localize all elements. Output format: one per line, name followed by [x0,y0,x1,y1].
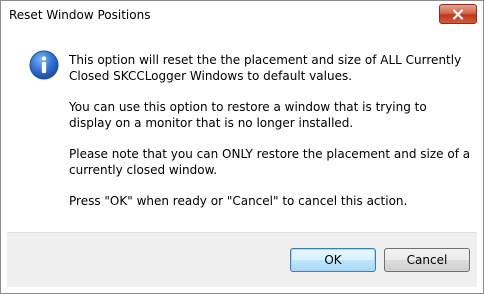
message-paragraph: This option will reset the the placement… [69,53,462,83]
message-text: This option will reset the the placement… [69,52,473,224]
button-bar: OK Cancel [7,232,477,287]
message-paragraph: Press "OK" when ready or "Cancel" to can… [69,194,408,208]
title-bar[interactable]: Reset Window Positions [1,1,483,31]
reset-window-dialog: Reset Window Positions This option will … [0,0,484,294]
message-paragraph: Please note that you can ONLY restore th… [69,147,471,177]
ok-button[interactable]: OK [290,248,376,272]
cancel-button[interactable]: Cancel [384,248,470,272]
message-paragraph: You can use this option to restore a win… [69,100,427,130]
dialog-content: This option will reset the the placement… [7,31,477,233]
window-title: Reset Window Positions [9,8,151,22]
close-button[interactable] [439,4,477,24]
close-icon [452,8,464,20]
info-icon [29,50,59,80]
